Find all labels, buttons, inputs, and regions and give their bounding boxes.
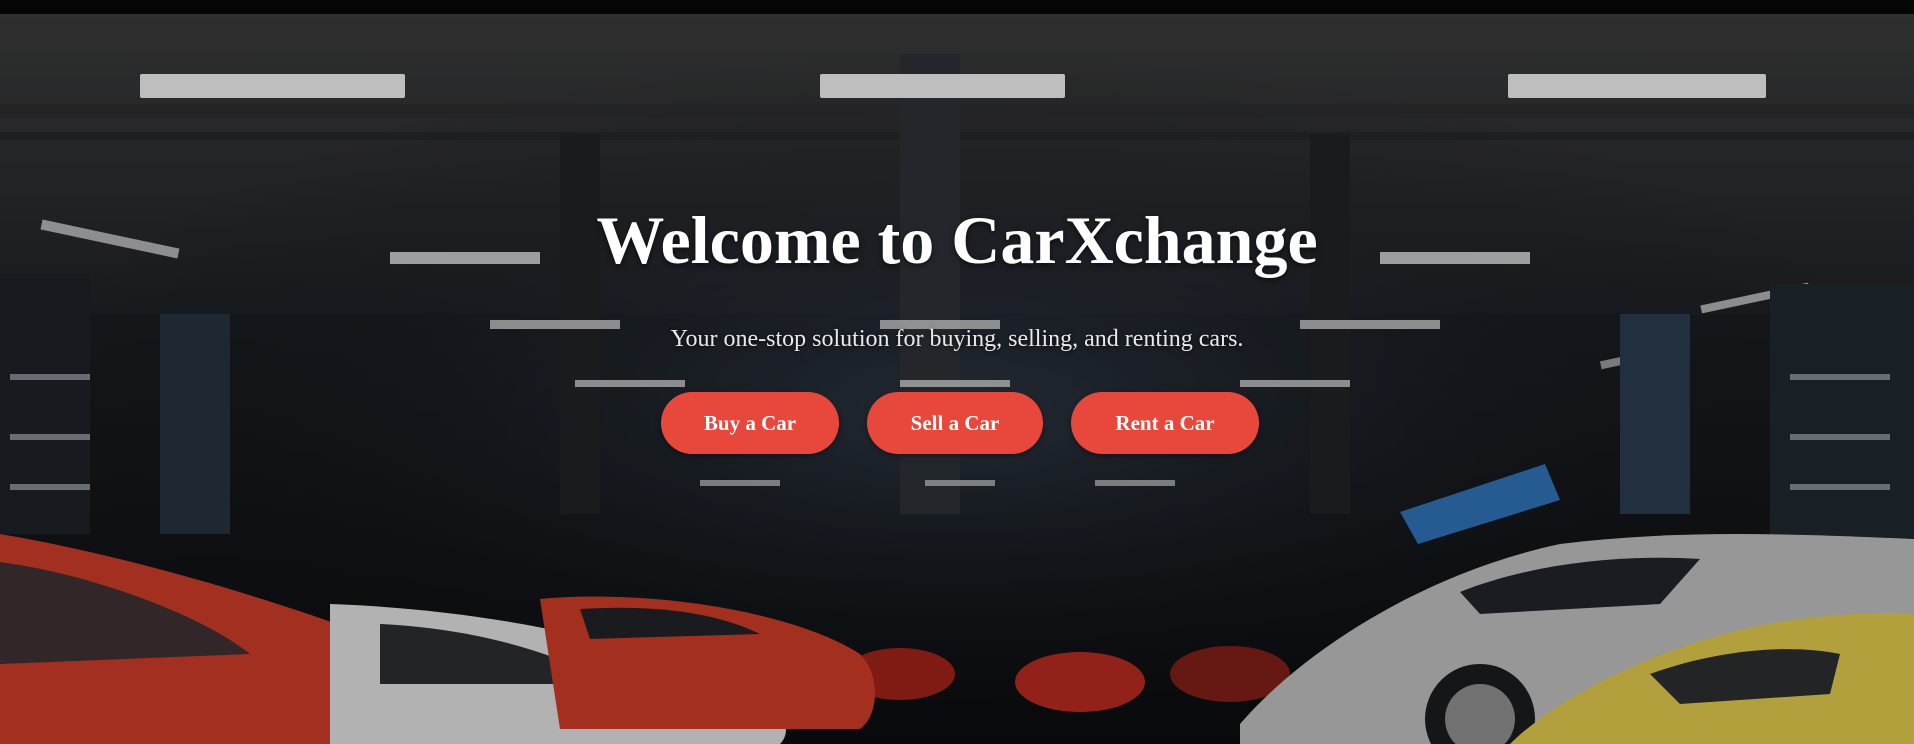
hero-dark-overlay [0, 14, 1914, 744]
hero-subtitle: Your one-stop solution for buying, selli… [670, 326, 1244, 352]
hero-section: Welcome to CarXchange Your one-stop solu… [0, 14, 1914, 744]
page-title: Welcome to CarXchange [596, 202, 1318, 278]
rent-car-button[interactable]: Rent a Car [1071, 392, 1259, 454]
buy-car-button[interactable]: Buy a Car [661, 392, 839, 454]
action-buttons: Buy a Car Sell a Car Rent a Car [0, 392, 1914, 454]
sell-car-button[interactable]: Sell a Car [867, 392, 1043, 454]
top-bar [0, 0, 1914, 14]
